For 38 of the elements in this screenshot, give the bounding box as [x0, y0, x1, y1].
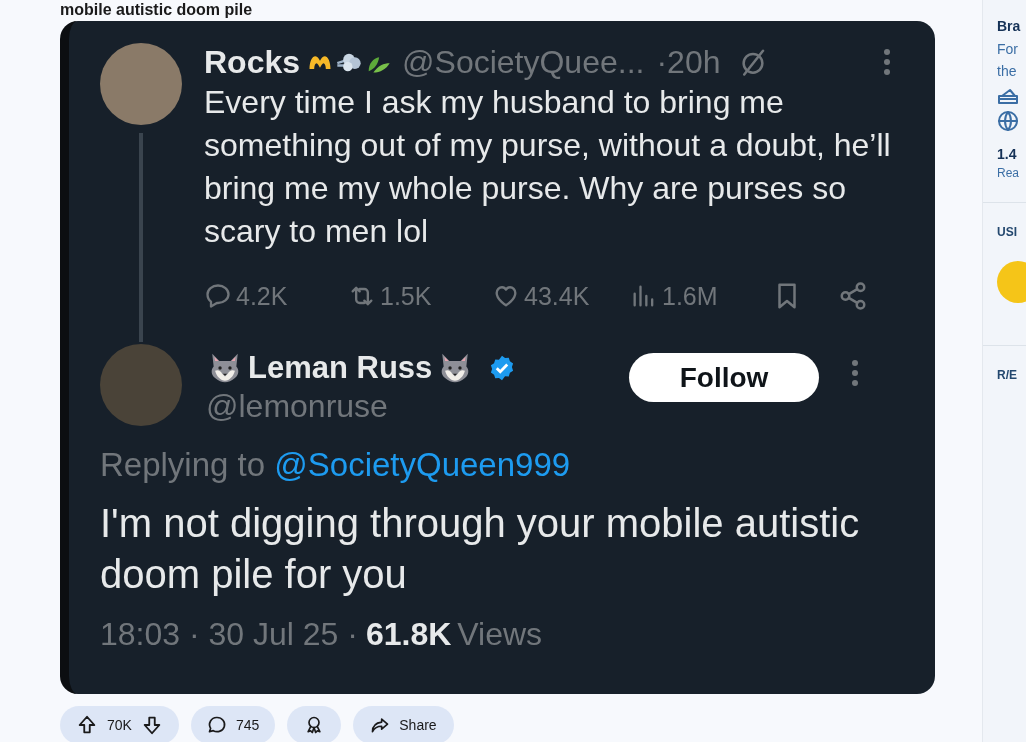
- author-handle: @SocietyQuee...: [402, 43, 645, 81]
- tweet-text: Every time I ask my husband to bring me something out of my purse, without a doubt, he’ll bring me my whole purse. Why are purses so scary to men lol: [204, 83, 892, 251]
- follow-button[interactable]: Follow: [629, 353, 819, 402]
- post-time: ·20h: [656, 43, 721, 81]
- speech-bubble-icon[interactable]: [204, 282, 232, 310]
- award-button[interactable]: [287, 706, 342, 742]
- views-count: 61.8K: [365, 616, 452, 653]
- community-title: Bra: [997, 18, 1022, 36]
- views-label: Views: [457, 616, 543, 653]
- globe-icon: [997, 110, 1019, 132]
- stat-count: 43.4K: [524, 281, 590, 311]
- member-label: Rea: [997, 166, 1020, 180]
- stat-count: 1.6M: [662, 281, 718, 311]
- mention-link[interactable]: @SocietyQueen999: [274, 446, 571, 483]
- tweet-timestamp: 18:03 · 30 Jul 25 ·: [100, 616, 358, 653]
- share-button[interactable]: Share: [353, 706, 454, 742]
- author-name: Leman Russ: [248, 350, 433, 386]
- cake-icon: [997, 87, 1019, 105]
- comment-bubble-icon: [206, 715, 227, 735]
- replying-to-text: Replying to @SocietyQueen999: [100, 446, 572, 484]
- section-heading: USI: [997, 225, 1018, 239]
- reply-text: I'm not digging through your mobile autistic doom pile for you: [100, 500, 861, 598]
- vote-score: 70K: [107, 717, 132, 733]
- comments-button[interactable]: 745: [190, 706, 276, 742]
- upvote-icon[interactable]: [76, 714, 98, 736]
- community-description: the: [997, 62, 1018, 81]
- section-heading: R/E: [997, 368, 1018, 382]
- share-arrow-icon: [370, 715, 391, 735]
- member-count: 1.4: [997, 146, 1018, 162]
- stat-count: 4.2K: [236, 281, 288, 311]
- more-dots-icon[interactable]: [851, 359, 859, 387]
- author-handle: @lemonruse: [206, 388, 388, 425]
- share-icon[interactable]: [838, 281, 868, 311]
- post-title: mobile autistic doom pile: [60, 0, 254, 20]
- author-name: Rocks: [204, 43, 301, 81]
- community-description: For: [997, 40, 1019, 59]
- stat-count: 1.5K: [380, 281, 432, 311]
- more-dots-icon[interactable]: [883, 48, 891, 76]
